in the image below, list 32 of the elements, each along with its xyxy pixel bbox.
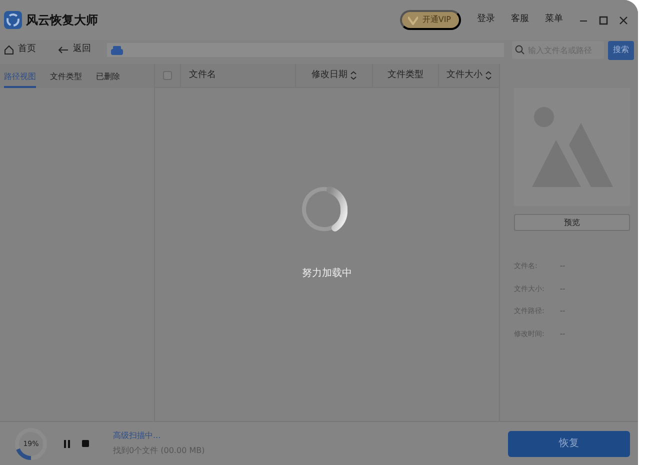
back-link[interactable]: 返回 [58,43,91,57]
sort-icon [350,71,356,80]
view-tab[interactable]: 文件类型 [50,71,82,88]
pause-icon[interactable] [64,440,70,448]
title-link[interactable]: 登录 [477,13,495,27]
select-all-checkbox[interactable] [163,71,172,80]
title-link[interactable]: 客服 [511,13,529,27]
view-tab[interactable]: 已删除 [96,71,120,88]
recover-button[interactable]: 恢复 [508,430,630,456]
column-header[interactable]: 文件名 [189,68,216,82]
column-header[interactable]: 修改日期 [312,68,356,82]
app-logo-icon [4,11,22,29]
column-header[interactable]: 文件类型 [388,68,424,82]
loading-text: 努力加载中 [302,266,352,281]
close-icon[interactable] [619,16,628,24]
search-icon [515,45,525,55]
drive-icon [111,46,123,54]
crown-icon [408,16,418,24]
view-tab[interactable]: 路径视图 [4,71,36,88]
search-button[interactable]: 搜索 [608,40,634,60]
column-header[interactable]: 文件大小 [446,68,492,82]
maximize-icon[interactable] [599,16,608,24]
title-link[interactable]: 菜单 [545,13,563,27]
home-link[interactable]: 首页 [0,43,36,57]
preview-button[interactable]: 预览 [514,214,630,231]
vip-button[interactable]: 开通VIP [400,10,461,30]
scan-status: 高级扫描中... [113,430,162,442]
progress-track [15,428,47,460]
back-arrow-icon [58,46,69,54]
home-icon [4,45,14,55]
app-title: 风云恢复大师 [26,12,98,29]
sort-icon [484,71,492,80]
